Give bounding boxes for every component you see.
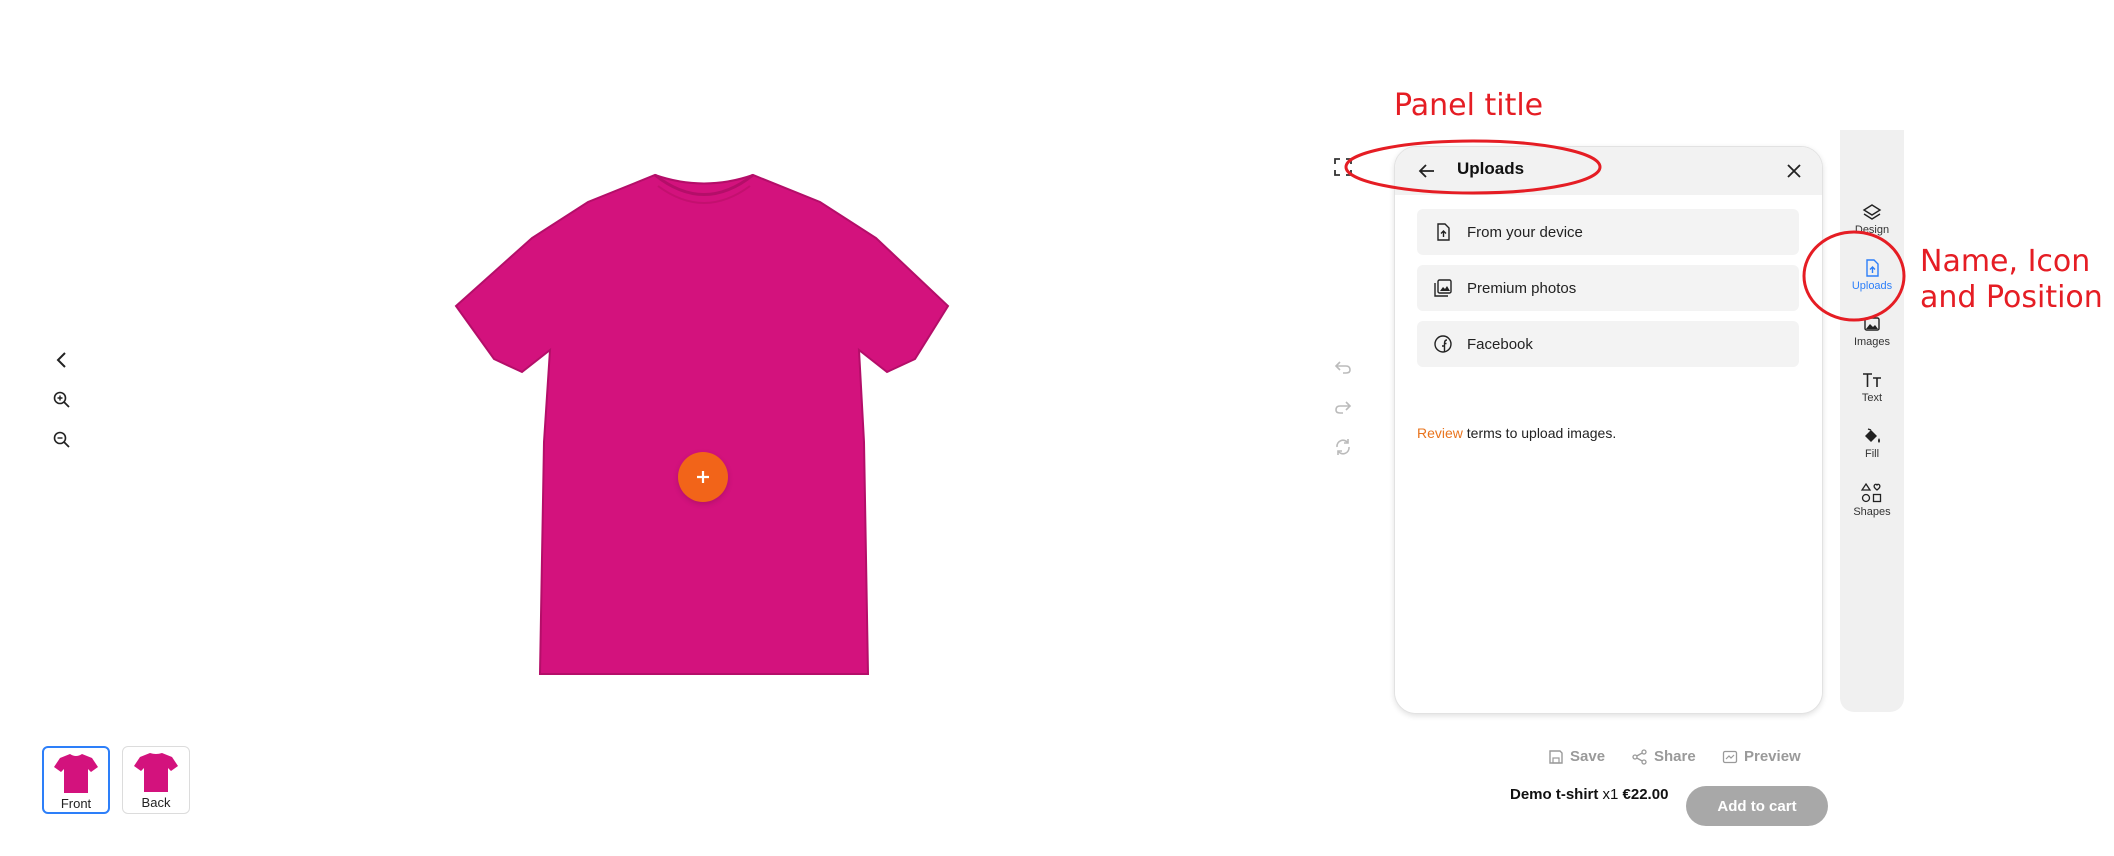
tshirt-thumb-icon — [134, 753, 178, 792]
add-design-button[interactable] — [678, 452, 728, 502]
upload-item-label: From your device — [1467, 223, 1583, 241]
uploads-panel: Uploads From your device Premium photos … — [1394, 146, 1823, 714]
upload-from-device-button[interactable]: From your device — [1417, 209, 1799, 255]
plus-icon — [697, 471, 709, 483]
view-thumb-front[interactable]: Front — [42, 746, 110, 814]
tshirt-thumb-icon — [54, 754, 98, 793]
sidebar-item-fill[interactable]: Fill — [1840, 426, 1904, 478]
undo-icon — [1334, 361, 1351, 374]
product-summary: Demo t-shirt x1 €22.00 — [1510, 786, 1668, 803]
add-to-cart-button[interactable]: Add to cart — [1686, 786, 1828, 826]
text-icon — [1863, 373, 1881, 387]
sidebar-item-label: Shapes — [1853, 506, 1891, 518]
annotation-sidebar-line2: and Position — [1920, 280, 2103, 315]
view-thumb-back[interactable]: Back — [122, 746, 190, 814]
save-label: Save — [1570, 748, 1606, 765]
annotation-sidebar-line1: Name, Icon — [1920, 244, 2091, 279]
review-terms-link[interactable]: Review — [1417, 425, 1463, 441]
close-icon — [1787, 164, 1801, 178]
annotation-panel-title: Panel title — [1394, 88, 1544, 123]
sidebar-item-label: Images — [1853, 336, 1891, 348]
share-label: Share — [1654, 748, 1696, 765]
photos-icon — [1431, 276, 1455, 300]
panel-close-button[interactable] — [1782, 159, 1806, 183]
tshirt-front-image — [448, 172, 960, 682]
premium-photos-button[interactable]: Premium photos — [1417, 265, 1799, 311]
save-button[interactable]: Save — [1548, 748, 1605, 765]
sidebar-item-label: Fill — [1864, 448, 1880, 460]
shapes-icon — [1861, 482, 1882, 503]
annotation-ellipse-uploads — [1802, 230, 1906, 322]
chevron-left-icon — [56, 352, 66, 368]
refresh-icon — [1336, 439, 1350, 455]
share-button[interactable]: Share — [1632, 748, 1696, 765]
share-icon — [1632, 748, 1647, 765]
product-price: €22.00 — [1622, 786, 1669, 803]
product-quantity: x1 — [1602, 786, 1619, 803]
upload-item-label: Facebook — [1467, 335, 1533, 353]
terms-note: Review terms to upload images. — [1417, 425, 1616, 441]
layers-icon — [1862, 204, 1882, 220]
redo-icon — [1335, 401, 1352, 414]
preview-icon — [1722, 750, 1738, 763]
paint-bucket-icon — [1865, 428, 1880, 443]
preview-label: Preview — [1744, 748, 1801, 765]
annotation-ellipse-title — [1344, 139, 1602, 195]
zoom-out-icon — [53, 431, 70, 448]
product-name: Demo t-shirt — [1510, 786, 1599, 803]
view-label: Front — [60, 796, 92, 811]
zoom-in-button[interactable] — [46, 384, 78, 416]
view-label: Back — [141, 795, 171, 810]
tool-sidebar: Design Uploads Images Text Fill Shapes — [1840, 130, 1904, 712]
redo-button[interactable] — [1328, 392, 1358, 422]
zoom-out-button[interactable] — [46, 424, 78, 456]
terms-text: terms to upload images. — [1462, 425, 1617, 441]
preview-button[interactable]: Preview — [1722, 748, 1801, 765]
reset-button[interactable] — [1328, 432, 1358, 462]
sidebar-item-label: Text — [1861, 392, 1883, 404]
facebook-icon — [1431, 332, 1455, 356]
sidebar-item-text[interactable]: Text — [1840, 370, 1904, 422]
zoom-in-icon — [53, 391, 70, 408]
facebook-button[interactable]: Facebook — [1417, 321, 1799, 367]
back-arrow-button[interactable] — [46, 344, 78, 376]
save-icon — [1549, 749, 1563, 764]
file-upload-icon — [1431, 220, 1455, 244]
panel-body: From your device Premium photos Facebook… — [1395, 195, 1822, 713]
undo-button[interactable] — [1328, 352, 1358, 382]
sidebar-item-shapes[interactable]: Shapes — [1840, 482, 1904, 534]
upload-item-label: Premium photos — [1467, 279, 1577, 297]
